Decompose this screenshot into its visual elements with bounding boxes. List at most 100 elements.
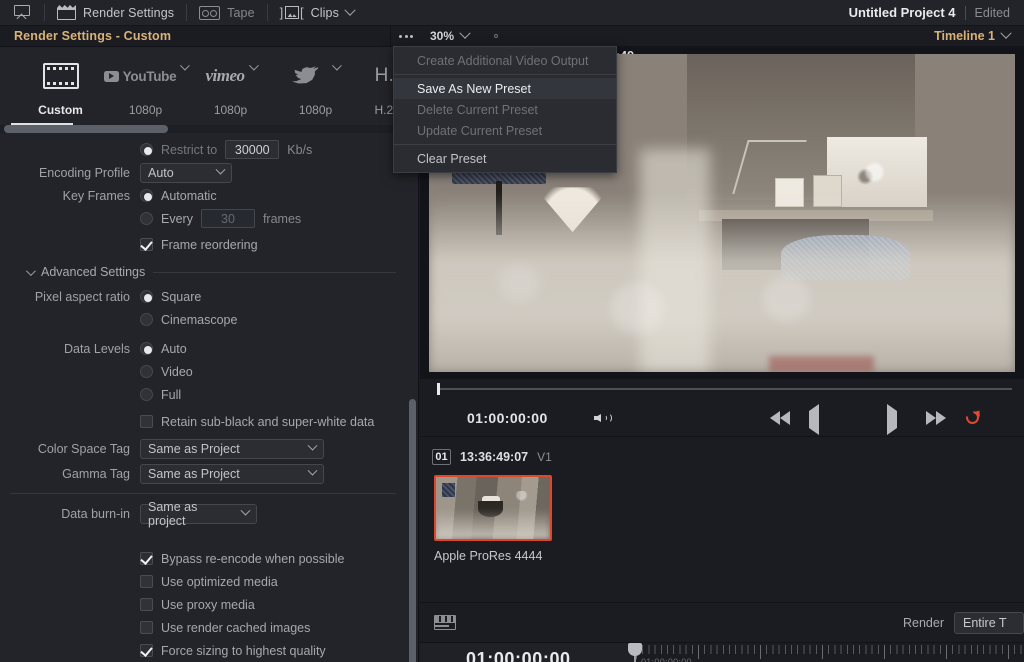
divider	[153, 271, 396, 273]
zoom-level-dropdown[interactable]: 30%	[421, 26, 478, 47]
preset-vimeo[interactable]: vimeo 1080p	[188, 59, 273, 117]
options-menu-button[interactable]	[391, 26, 421, 47]
row-pixel-aspect-cinemascope: Cinemascope	[0, 309, 418, 330]
tab-tape[interactable]: Tape	[187, 0, 267, 26]
stop-icon[interactable]	[848, 411, 865, 425]
clips-icon: ][	[279, 5, 304, 20]
menu-item-delete-current-preset[interactable]: Delete Current Preset	[394, 99, 616, 120]
key-frames-frames-label: frames	[262, 211, 302, 226]
job-thumbnail[interactable]	[434, 475, 552, 541]
ellipsis-icon	[410, 34, 413, 38]
menu-divider	[394, 74, 616, 75]
tab-clips[interactable]: ][ Clips	[268, 0, 366, 26]
encoding-profile-value: Auto	[148, 165, 174, 180]
settings-scrollbar[interactable]	[409, 399, 416, 662]
row-force-sizing: Force sizing to highest quality	[0, 640, 418, 661]
play-icon[interactable]	[887, 403, 904, 435]
color-space-tag-value: Same as Project	[148, 441, 240, 456]
pixel-aspect-cinemascope-radio[interactable]	[140, 313, 153, 326]
speaker-icon[interactable]	[593, 411, 612, 425]
preset-youtube[interactable]: YouTube 1080p	[103, 59, 191, 117]
row-retain-subblack: Retain sub-black and super-white data	[0, 411, 418, 432]
transport-controls: 01:00:00:00	[420, 399, 1024, 437]
timeline-strip: 01:00:00:00 01:00:00:00	[420, 642, 1024, 662]
chevron-down-icon	[248, 60, 259, 71]
preset-twitter[interactable]: 1080p	[273, 59, 358, 117]
use-render-cached-images-checkbox[interactable]	[140, 621, 153, 634]
playhead-handle[interactable]	[628, 643, 642, 656]
encoding-profile-dropdown[interactable]: Auto	[140, 162, 232, 183]
row-use-render-cached-images: Use render cached images	[0, 617, 418, 638]
top-toolbar: Render Settings Tape ][ Clips Untitled P…	[0, 0, 1024, 26]
preset-custom[interactable]: Custom	[18, 59, 103, 117]
data-burn-in-dropdown[interactable]: Same as project	[140, 500, 257, 528]
film-strip-icon	[42, 59, 79, 93]
row-key-frames-every: Every 30 frames	[0, 208, 418, 229]
use-optimized-media-checkbox[interactable]	[140, 575, 153, 588]
loop-icon[interactable]	[963, 407, 983, 427]
row-pixel-aspect-square: Pixel aspect ratio Square	[0, 286, 418, 307]
page-title: Untitled Project 4	[848, 5, 956, 20]
job-track: V1	[537, 450, 552, 464]
row-color-space-tag: Color Space Tag Same as Project	[0, 438, 418, 459]
scrubber-track	[438, 388, 1012, 390]
retain-subblack-label: Retain sub-black and super-white data	[161, 414, 375, 429]
menu-item-update-current-preset[interactable]: Update Current Preset	[394, 120, 616, 141]
advanced-settings-section-header[interactable]: Advanced Settings	[0, 257, 418, 286]
frame-reordering-checkbox[interactable]	[140, 238, 153, 251]
preset-twitter-label: 1080p	[298, 103, 333, 117]
restrict-to-unit: Kb/s	[287, 142, 313, 157]
menu-item-save-as-new-preset[interactable]: Save As New Preset	[394, 78, 616, 99]
key-frames-every-label: Every	[161, 211, 193, 226]
gamma-tag-dropdown[interactable]: Same as Project	[140, 463, 324, 484]
key-frames-every-radio[interactable]	[140, 212, 153, 225]
divider	[10, 493, 396, 494]
viewer-scrubber[interactable]	[420, 379, 1024, 399]
timeline-playhead[interactable]	[628, 643, 642, 662]
menu-item-create-additional-video-output[interactable]: Create Additional Video Output	[394, 50, 616, 71]
restrict-to-input[interactable]: 30000	[225, 140, 280, 159]
step-back-icon[interactable]	[809, 403, 826, 435]
jump-to-start-icon[interactable]	[770, 410, 790, 425]
row-use-optimized-media: Use optimized media	[0, 571, 418, 592]
tab-tape-label: Tape	[227, 5, 255, 20]
gamma-tag-value: Same as Project	[148, 466, 240, 481]
key-frames-every-input[interactable]: 30	[200, 209, 255, 228]
data-burn-in-label: Data burn-in	[61, 506, 130, 521]
data-levels-full-radio[interactable]	[140, 388, 153, 401]
chevron-down-icon	[240, 505, 251, 516]
row-data-burn-in: Data burn-in Same as project	[0, 500, 418, 528]
gamma-tag-label: Gamma Tag	[62, 466, 130, 481]
bypass-reencode-checkbox[interactable]	[140, 552, 153, 565]
row-data-levels-video: Video	[0, 361, 418, 382]
preset-vimeo-label: 1080p	[213, 103, 248, 117]
monitor-toggle-button[interactable]	[0, 0, 44, 26]
render-range-dropdown[interactable]: Entire T	[954, 611, 1024, 634]
restrict-to-radio[interactable]	[140, 143, 153, 156]
tab-render-settings[interactable]: Render Settings	[45, 0, 186, 26]
key-frames-automatic-radio[interactable]	[140, 189, 153, 202]
retain-subblack-checkbox[interactable]	[140, 415, 153, 428]
preset-scrollbar[interactable]	[4, 125, 168, 133]
youtube-icon: YouTube	[103, 59, 191, 93]
chevron-down-icon	[25, 265, 36, 276]
data-levels-video-label: Video	[161, 364, 193, 379]
data-levels-auto-radio[interactable]	[140, 342, 153, 355]
ellipsis-icon	[404, 34, 408, 38]
bypass-reencode-label: Bypass re-encode when possible	[161, 551, 345, 566]
force-sizing-checkbox[interactable]	[140, 644, 153, 657]
timeline-timecode: 01:00:00:00	[466, 649, 571, 662]
use-optimized-media-label: Use optimized media	[161, 574, 278, 589]
use-proxy-media-checkbox[interactable]	[140, 598, 153, 611]
pixel-aspect-square-radio[interactable]	[140, 290, 153, 303]
job-header: 01 13:36:49:07 V1	[426, 449, 1024, 465]
timeline-ruler[interactable]: 01:00:00:00	[636, 643, 1024, 662]
menu-item-clear-preset[interactable]: Clear Preset	[394, 148, 616, 169]
jump-to-end-icon[interactable]	[926, 410, 946, 425]
scrubber-playhead[interactable]	[437, 383, 440, 395]
panel-header-bar: Render Settings - Custom 30% Timeline 1	[0, 25, 1024, 47]
timeline-selector[interactable]: Timeline 1	[934, 27, 1024, 43]
timeline-layout-icon[interactable]	[434, 615, 456, 630]
color-space-tag-dropdown[interactable]: Same as Project	[140, 438, 324, 459]
data-levels-video-radio[interactable]	[140, 365, 153, 378]
